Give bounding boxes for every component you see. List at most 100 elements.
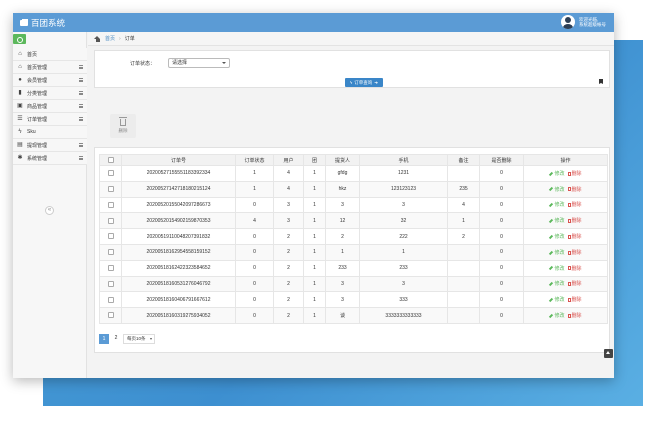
- page-1-button[interactable]: 1: [99, 334, 109, 344]
- table-cell: 1: [303, 259, 326, 277]
- sidebar-shortcut-button[interactable]: [13, 34, 26, 44]
- delete-button[interactable]: 删除: [567, 202, 582, 209]
- delete-button[interactable]: 删除: [567, 170, 582, 177]
- order-search-button[interactable]: ϟ 订单查询 ➜: [345, 78, 383, 87]
- edit-button[interactable]: 修改: [549, 171, 565, 177]
- row-select-cell: [99, 291, 122, 309]
- orders-table-panel: 订单号 订单状态 用户团提货人 手机 备注 是否删除 操作 2020052715555118…: [94, 147, 610, 353]
- table-cell: 1: [303, 291, 326, 309]
- scroll-to-top-button[interactable]: [604, 349, 613, 358]
- row-checkbox[interactable]: [107, 249, 114, 256]
- orders-table: 订单号 订单状态 用户团提货人 手机 备注 是否删除 操作 2020052715555118…: [99, 154, 608, 324]
- table-cell: 0: [235, 275, 274, 293]
- edit-button[interactable]: 修改: [549, 281, 565, 287]
- bookmark-icon[interactable]: [599, 79, 603, 84]
- delete-label: 删除: [571, 170, 582, 177]
- page-size-select[interactable]: 每页10条: [123, 334, 155, 344]
- page-2-button[interactable]: 2: [111, 334, 121, 344]
- delete-button[interactable]: 删除: [567, 266, 582, 272]
- sidebar-item[interactable]: ▮ 分类管理: [13, 87, 87, 100]
- edit-button[interactable]: 修改: [549, 234, 565, 240]
- table-cell: 0: [235, 291, 274, 309]
- menu-handle-icon[interactable]: [79, 117, 83, 121]
- sidebar-item[interactable]: ϟ Sku: [13, 126, 87, 139]
- sidebar-item[interactable]: ☰ 订单管理: [13, 113, 87, 126]
- delete-button[interactable]: 删除: [567, 187, 582, 193]
- table-cell: 1: [303, 165, 326, 182]
- breadcrumb-home-link[interactable]: 首页: [105, 35, 115, 42]
- table-cell: 20200527142718180215124: [121, 180, 236, 198]
- edit-button[interactable]: 修改: [549, 218, 565, 224]
- table-cell: 235: [447, 180, 480, 198]
- table-cell: 123123123: [359, 180, 448, 198]
- edit-button[interactable]: 修改: [549, 202, 565, 208]
- table-cell: 0: [479, 307, 524, 324]
- row-select-cell: [99, 196, 122, 214]
- delete-label: 删除: [571, 202, 582, 209]
- user-menu[interactable]: 欢迎光临, 系统超级帐号: [561, 15, 606, 29]
- menu-handle-icon[interactable]: [79, 156, 83, 160]
- table-body: 20200527155551183392334 1 4 1 gfdg 1231 0 修改 删除 2…: [99, 165, 608, 324]
- edit-label: 修改: [554, 297, 565, 304]
- row-checkbox[interactable]: [107, 170, 114, 177]
- sidebar-item-label: 商品管理: [27, 103, 48, 110]
- table-cell: 233: [359, 259, 448, 277]
- table-cell: gfdg: [325, 165, 360, 182]
- table-row: 20200518162422323584652 0 2 1 233 233 0 修改 删除: [99, 259, 608, 277]
- delete-label: 删除: [571, 297, 582, 304]
- table-cell: 20200520154902159870353: [121, 212, 236, 230]
- table-cell: [447, 165, 480, 182]
- brand[interactable]: 百团系统: [20, 17, 65, 29]
- delete-button[interactable]: 删除: [567, 234, 582, 240]
- table-cell: 1: [325, 243, 360, 261]
- table-cell: 222: [359, 228, 448, 245]
- menu-handle-icon[interactable]: [79, 65, 83, 69]
- delete-button[interactable]: 删除: [567, 218, 582, 224]
- menu-handle-icon[interactable]: [79, 78, 83, 82]
- row-checkbox[interactable]: [107, 312, 114, 319]
- table-cell: 1: [303, 196, 326, 214]
- table-cell: 3: [325, 196, 360, 214]
- sidebar-item[interactable]: ▤ 提现管理: [13, 139, 87, 152]
- row-checkbox[interactable]: [107, 265, 114, 272]
- row-checkbox[interactable]: [107, 233, 114, 240]
- sidebar-item[interactable]: ⌂ 首页: [13, 48, 87, 61]
- delete-button[interactable]: 删除: [567, 313, 582, 319]
- select-all-checkbox[interactable]: [107, 156, 114, 163]
- table-row: 20200518160531276046792 0 2 1 3 3 0 修改 删除: [99, 275, 608, 293]
- trash-icon: [567, 187, 571, 192]
- delete-button[interactable]: 删除: [567, 281, 582, 288]
- sidebar-item[interactable]: ✱ 系统管理: [13, 152, 87, 165]
- edit-button[interactable]: 修改: [549, 313, 565, 319]
- sidebar-item[interactable]: ⌂ 首页管理: [13, 61, 87, 74]
- row-checkbox[interactable]: [107, 280, 114, 287]
- delete-button[interactable]: 删除: [567, 297, 582, 304]
- row-checkbox[interactable]: [107, 217, 114, 224]
- edit-button[interactable]: 修改: [549, 187, 565, 193]
- column-header: 备注: [447, 154, 480, 166]
- delete-button[interactable]: 删除: [567, 250, 582, 256]
- menu-handle-icon[interactable]: [79, 104, 83, 108]
- sidebar-item[interactable]: ▣ 商品管理: [13, 100, 87, 113]
- order-status-select[interactable]: 请选择: [168, 58, 230, 68]
- edit-button[interactable]: 修改: [549, 297, 565, 304]
- row-checkbox[interactable]: [107, 186, 114, 193]
- sidebar-item[interactable]: ● 会员管理: [13, 74, 87, 87]
- table-cell: 2: [447, 228, 480, 245]
- table-cell: 0: [479, 212, 524, 230]
- edit-button[interactable]: 修改: [549, 266, 565, 272]
- table-cell: 1231: [359, 165, 448, 182]
- menu-handle-icon[interactable]: [79, 91, 83, 95]
- menu-handle-icon[interactable]: [79, 143, 83, 147]
- row-checkbox[interactable]: [107, 296, 114, 303]
- table-cell: 0: [479, 275, 524, 293]
- table-cell: 1: [303, 212, 326, 230]
- sidebar-item-label: 首页管理: [27, 64, 48, 71]
- pencil-icon: [549, 171, 554, 176]
- delete-label: 删除: [571, 281, 582, 288]
- row-checkbox[interactable]: [107, 201, 114, 208]
- batch-delete-button[interactable]: 删除: [110, 114, 136, 138]
- sidebar-collapse-button[interactable]: «: [45, 206, 54, 215]
- edit-button[interactable]: 修改: [549, 250, 565, 256]
- actions-cell: 修改 删除: [523, 243, 608, 261]
